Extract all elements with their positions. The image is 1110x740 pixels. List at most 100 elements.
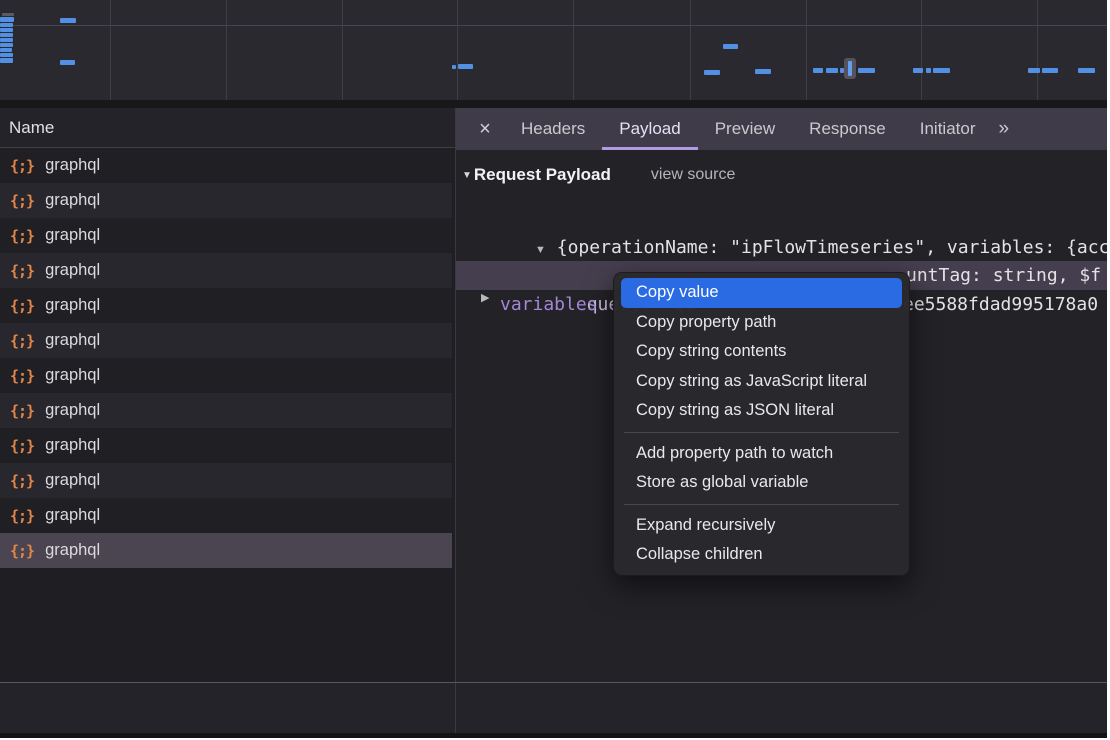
waterfall-mark <box>704 70 720 75</box>
waterfall-mark <box>60 18 76 23</box>
json-request-icon: {;} <box>10 367 34 385</box>
waterfall-mark <box>0 43 13 47</box>
request-row[interactable]: {;} graphql <box>0 183 452 218</box>
request-name: graphql <box>45 401 100 420</box>
waterfall-mark <box>0 25 1107 26</box>
context-menu-item[interactable]: Add property path to watch <box>621 439 902 469</box>
waterfall-mark <box>226 0 227 100</box>
request-name: graphql <box>45 261 100 280</box>
request-name: graphql <box>45 331 100 350</box>
waterfall-mark <box>690 0 691 100</box>
context-menu-item[interactable]: Store as global variable <box>621 468 902 498</box>
details-tab[interactable]: Response <box>792 108 903 150</box>
json-request-icon: {;} <box>10 157 34 175</box>
context-menu-item[interactable]: Copy string as JSON literal <box>621 396 902 426</box>
request-row[interactable]: {;} graphql <box>0 428 452 463</box>
devtools-network-panel: Name {;} graphql {;} graphql {;} graphql… <box>0 0 1107 738</box>
waterfall-mark <box>0 17 14 22</box>
waterfall-mark <box>60 60 75 65</box>
waterfall-mark <box>458 64 473 69</box>
request-payload-section-header[interactable]: ▼ Request Payload view source <box>462 165 735 185</box>
details-tab[interactable]: Headers <box>504 108 602 150</box>
more-tabs-icon[interactable]: » <box>998 108 1007 150</box>
bottom-empty-right <box>456 683 1107 733</box>
window-bottom-edge <box>0 733 1107 738</box>
waterfall-mark <box>2 13 14 16</box>
property-key: variables <box>500 290 598 319</box>
waterfall-mark <box>755 69 771 74</box>
tabs: Headers Payload Preview Response Initiat… <box>504 108 992 150</box>
request-row[interactable]: {;} graphql <box>0 498 452 533</box>
requests-panel: Name {;} graphql {;} graphql {;} graphql… <box>0 108 455 738</box>
context-menu-item[interactable]: Copy string contents <box>621 337 902 367</box>
json-request-icon: {;} <box>10 332 34 350</box>
waterfall-mark <box>858 68 875 73</box>
section-title: Request Payload <box>474 165 611 185</box>
collapse-triangle-icon[interactable]: ▼ <box>462 170 472 181</box>
details-tab[interactable]: Initiator <box>903 108 993 150</box>
waterfall-mark <box>0 38 13 42</box>
waterfall-mark <box>0 28 13 32</box>
request-row[interactable]: {;} graphql <box>0 323 452 358</box>
request-row[interactable]: {;} graphql <box>0 253 452 288</box>
context-menu-item[interactable]: Copy property path <box>621 308 902 338</box>
request-list: {;} graphql {;} graphql {;} graphql {;} … <box>0 148 455 568</box>
network-overview-waterfall[interactable] <box>0 0 1107 100</box>
overview-divider <box>0 100 1107 108</box>
request-row[interactable]: {;} graphql <box>0 148 452 183</box>
request-name: graphql <box>45 226 100 245</box>
waterfall-mark <box>926 68 931 73</box>
context-menu-item[interactable]: Copy string as JavaScript literal <box>621 367 902 397</box>
property-value-end: ee5588fdad995178a0 <box>903 290 1098 319</box>
expand-triangle-icon[interactable]: ▶ <box>481 291 489 304</box>
request-name: graphql <box>45 471 100 490</box>
json-request-icon: {;} <box>10 297 34 315</box>
waterfall-mark <box>0 53 13 57</box>
request-row[interactable]: {;} graphql <box>0 463 452 498</box>
json-request-icon: {;} <box>10 542 34 560</box>
request-row[interactable]: {;} graphql <box>0 533 452 568</box>
context-menu-separator <box>624 504 899 505</box>
waterfall-mark <box>848 61 852 76</box>
waterfall-mark <box>1028 68 1040 73</box>
request-name: graphql <box>45 541 100 560</box>
details-tab-bar: × Headers Payload Preview Response Initi… <box>456 108 1107 150</box>
waterfall-mark <box>452 65 456 69</box>
details-tab[interactable]: Preview <box>698 108 792 150</box>
json-request-icon: {;} <box>10 507 34 525</box>
request-name: graphql <box>45 506 100 525</box>
waterfall-mark <box>457 0 458 100</box>
name-column-label: Name <box>9 118 54 138</box>
context-menu-item[interactable]: Collapse children <box>621 540 902 570</box>
request-name: graphql <box>45 156 100 175</box>
waterfall-mark <box>110 0 111 100</box>
json-request-icon: {;} <box>10 472 34 490</box>
waterfall-mark <box>933 68 950 73</box>
view-source-link[interactable]: view source <box>651 166 735 184</box>
tab-label: Preview <box>715 119 775 139</box>
panel-divider[interactable] <box>455 108 456 738</box>
json-request-icon: {;} <box>10 437 34 455</box>
json-request-icon: {;} <box>10 402 34 420</box>
request-row[interactable]: {;} graphql <box>0 218 452 253</box>
request-name: graphql <box>45 191 100 210</box>
waterfall-mark <box>1042 68 1058 73</box>
request-name: graphql <box>45 366 100 385</box>
json-request-icon: {;} <box>10 262 34 280</box>
json-request-icon: {;} <box>10 227 34 245</box>
close-icon[interactable]: × <box>466 108 504 150</box>
property-value-end: untTag: string, $f <box>906 261 1101 290</box>
waterfall-mark <box>0 33 13 37</box>
tab-label: Headers <box>521 119 585 139</box>
bottom-empty-left <box>0 683 455 733</box>
context-menu-item[interactable]: Expand recursively <box>621 511 902 541</box>
request-row[interactable]: {;} graphql <box>0 358 452 393</box>
context-menu: Copy valueCopy property pathCopy string … <box>613 272 910 576</box>
context-menu-item[interactable]: Copy value <box>621 278 902 308</box>
tab-label: Payload <box>619 119 680 139</box>
request-row[interactable]: {;} graphql <box>0 393 452 428</box>
context-menu-separator <box>624 432 899 433</box>
details-tab[interactable]: Payload <box>602 108 697 150</box>
name-column-header[interactable]: Name <box>0 108 455 148</box>
request-row[interactable]: {;} graphql <box>0 288 452 323</box>
